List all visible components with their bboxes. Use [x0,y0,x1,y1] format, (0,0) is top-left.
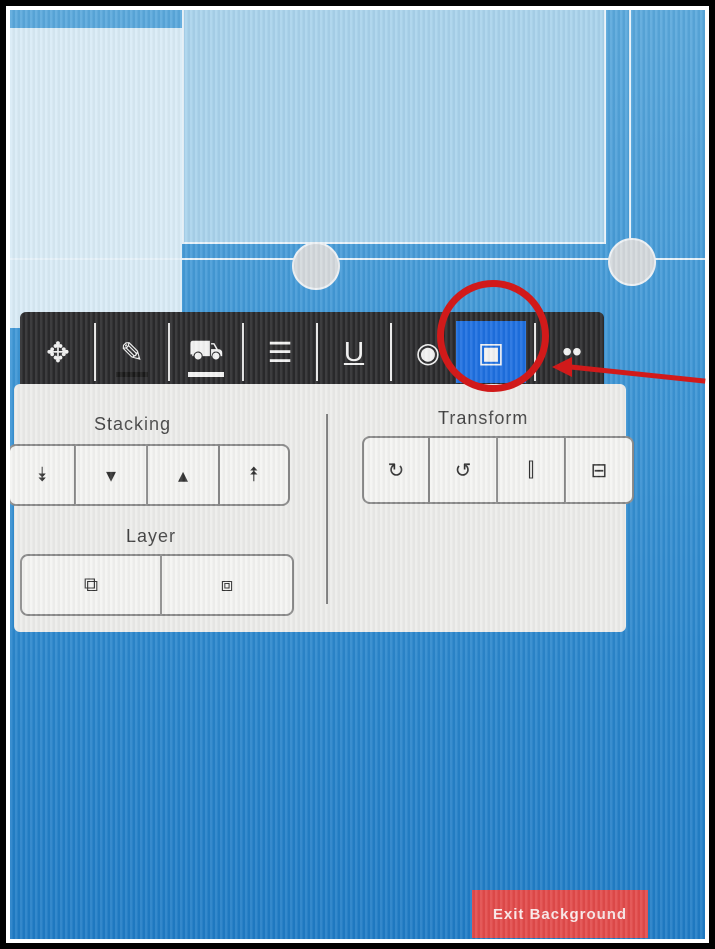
rotate-counterclockwise-icon: ↺ [454,459,472,482]
send-to-back-icon: ⯯ [36,463,48,486]
move-button[interactable]: ✥ [30,321,86,383]
stacking-button-group: ⯯ ▾ ▴ ⯭ [10,444,290,506]
rotate-counterclockwise-button[interactable]: ↺ [430,438,498,502]
arrange-panel: Stacking ⯯ ▾ ▴ ⯭ Layer ⧉ ⧈ Transform ↻ ↺… [10,384,634,632]
screenshot-frame: ✥ ✎ ⛟ ☰ U ◉ ▣ •• Stacking ⯯ ▾ ▴ ⯭ Layer … [6,6,709,943]
fill-color-button[interactable]: ⛟ [178,321,234,383]
selected-object[interactable] [182,10,606,244]
fill-color-swatch [188,372,224,377]
toolbar-separator [316,323,318,381]
underline-button[interactable]: U [326,321,382,383]
layer-button-group: ⧉ ⧈ [20,554,294,616]
bring-forward-button[interactable]: ▴ [148,446,220,504]
toolbar-separator [168,323,170,381]
line-style-icon: ☰ [267,336,293,368]
send-to-back-button[interactable]: ⯯ [10,446,76,504]
resize-handle[interactable] [292,242,340,290]
transform-button-group: ↻ ↺ ⫿ ⊟ [362,436,634,504]
bring-to-front-button[interactable]: ⯭ [220,446,288,504]
layer-front-icon: ⧈ [220,573,234,596]
panel-divider [326,414,328,604]
toolbar-separator [94,323,96,381]
layer-front-button[interactable]: ⧈ [162,556,292,614]
pen-color-button[interactable]: ✎ [104,321,160,383]
send-backward-icon: ▾ [105,464,117,487]
fill-bucket-icon: ⛟ [188,334,224,365]
transform-title: Transform [438,408,529,428]
underline-icon: U [343,336,365,367]
canvas-white-block [10,28,182,328]
toolbar-separator [242,323,244,381]
pen-color-swatch [116,372,148,377]
layer-title: Layer [126,526,177,546]
stacking-title: Stacking [94,414,172,434]
resize-handle[interactable] [608,238,656,286]
line-style-button[interactable]: ☰ [252,321,308,383]
selection-border-right [629,10,631,260]
selection-border-bottom [10,258,705,260]
flip-horizontal-icon: ⫿ [527,458,535,481]
toolbar-separator [390,323,392,381]
move-icon: ✥ [46,336,70,368]
layer-back-icon: ⧉ [83,573,99,596]
exit-background-button[interactable]: Exit Background [472,890,648,938]
bring-to-front-icon: ⯭ [248,463,260,486]
bring-forward-icon: ▴ [177,464,189,487]
pencil-icon: ✎ [120,336,144,368]
flip-horizontal-button[interactable]: ⫿ [498,438,566,502]
send-backward-button[interactable]: ▾ [76,446,148,504]
layer-back-button[interactable]: ⧉ [22,556,162,614]
rotate-clockwise-button[interactable]: ↻ [364,438,430,502]
flip-vertical-icon: ⊟ [590,459,608,482]
rotate-clockwise-icon: ↻ [387,459,405,482]
annotation-circle [437,280,549,392]
flip-vertical-button[interactable]: ⊟ [566,438,632,502]
whiteboard-canvas[interactable]: ✥ ✎ ⛟ ☰ U ◉ ▣ •• Stacking ⯯ ▾ ▴ ⯭ Layer … [10,10,705,939]
annotation-arrow-head [552,357,572,377]
